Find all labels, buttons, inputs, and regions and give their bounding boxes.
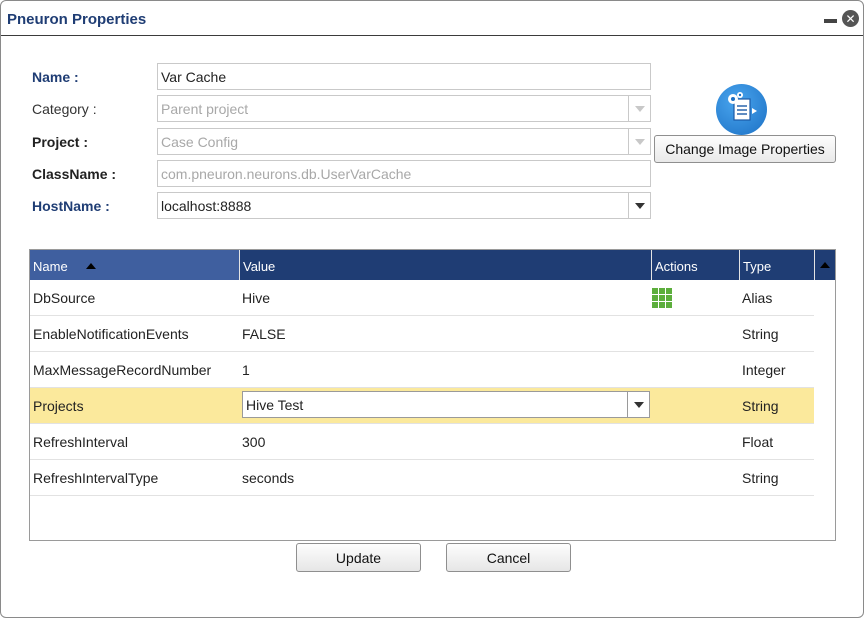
name-input[interactable]: Var Cache (157, 63, 651, 90)
title-bar: Pneuron Properties ✕ (1, 1, 863, 36)
change-image-properties-button[interactable]: Change Image Properties (654, 135, 836, 163)
dialog-title: Pneuron Properties (7, 11, 147, 28)
chevron-down-icon[interactable] (628, 193, 650, 218)
classname-input-value: com.pneuron.neurons.db.UserVarCache (161, 166, 412, 182)
sort-ascending-icon (85, 263, 96, 269)
column-header-value-label: Value (243, 259, 276, 274)
column-header-name-label: Name (33, 259, 68, 274)
table-row[interactable]: MaxMessageRecordNumber 1 Integer (30, 352, 814, 388)
hostname-select-value: localhost:8888 (161, 198, 252, 214)
column-header-name[interactable]: Name (30, 250, 240, 280)
row-value: 1 (242, 362, 250, 378)
table-row[interactable]: RefreshInterval 300 Float (30, 424, 814, 460)
update-button[interactable]: Update (296, 543, 421, 572)
projects-value-select-value: Hive Test (246, 397, 304, 413)
close-icon[interactable]: ✕ (842, 10, 859, 27)
chevron-down-icon (628, 96, 650, 121)
classname-input: com.pneuron.neurons.db.UserVarCache (157, 160, 651, 187)
pneuron-properties-dialog: Pneuron Properties ✕ Name : Category : P… (0, 0, 864, 618)
chevron-down-icon (628, 129, 650, 154)
chevron-down-icon[interactable] (627, 392, 649, 417)
project-select: Case Config (157, 128, 651, 155)
row-type: Float (742, 434, 774, 450)
category-select: Parent project (157, 95, 651, 122)
row-value: 300 (242, 434, 266, 450)
column-header-actions-label: Actions (655, 259, 698, 274)
column-header-type[interactable]: Type (740, 250, 815, 280)
category-label: Category : (32, 101, 97, 117)
classname-label: ClassName : (32, 166, 117, 182)
project-select-value: Case Config (161, 134, 239, 150)
hostname-select[interactable]: localhost:8888 (157, 192, 651, 219)
row-type: String (742, 326, 779, 342)
column-header-type-label: Type (743, 259, 772, 274)
grid-header: Name Value Actions Type (30, 250, 835, 280)
properties-grid: Name Value Actions Type DbSource Hive Al… (29, 249, 836, 541)
project-label: Project : (32, 134, 89, 150)
cancel-button[interactable]: Cancel (446, 543, 571, 572)
name-input-value: Var Cache (161, 69, 227, 85)
projects-value-select[interactable]: Hive Test (242, 391, 650, 418)
row-name: DbSource (33, 290, 96, 306)
table-row-selected[interactable]: Projects Hive Test String (30, 388, 814, 424)
row-name: EnableNotificationEvents (33, 326, 189, 342)
row-type: String (742, 470, 779, 486)
row-type: Alias (742, 290, 773, 306)
image-properties-icon (716, 84, 767, 135)
minimize-icon[interactable] (824, 19, 837, 23)
row-value: Hive (242, 290, 271, 306)
scroll-up-icon[interactable] (815, 250, 835, 280)
row-type: String (742, 398, 779, 414)
name-label: Name : (32, 69, 79, 85)
row-type: Integer (742, 362, 786, 378)
category-select-value: Parent project (161, 101, 249, 117)
row-value: FALSE (242, 326, 286, 342)
row-name: RefreshInterval (33, 434, 128, 450)
hostname-label: HostName : (32, 198, 110, 214)
table-row[interactable]: DbSource Hive Alias (30, 280, 814, 316)
column-header-actions[interactable]: Actions (652, 250, 740, 280)
table-row[interactable]: RefreshIntervalType seconds String (30, 460, 814, 496)
row-name: Projects (33, 398, 84, 414)
column-header-value[interactable]: Value (240, 250, 652, 280)
grid-edit-icon[interactable] (652, 288, 672, 308)
row-name: MaxMessageRecordNumber (33, 362, 212, 378)
row-value: seconds (242, 470, 295, 486)
row-name: RefreshIntervalType (33, 470, 159, 486)
table-row[interactable]: EnableNotificationEvents FALSE String (30, 316, 814, 352)
